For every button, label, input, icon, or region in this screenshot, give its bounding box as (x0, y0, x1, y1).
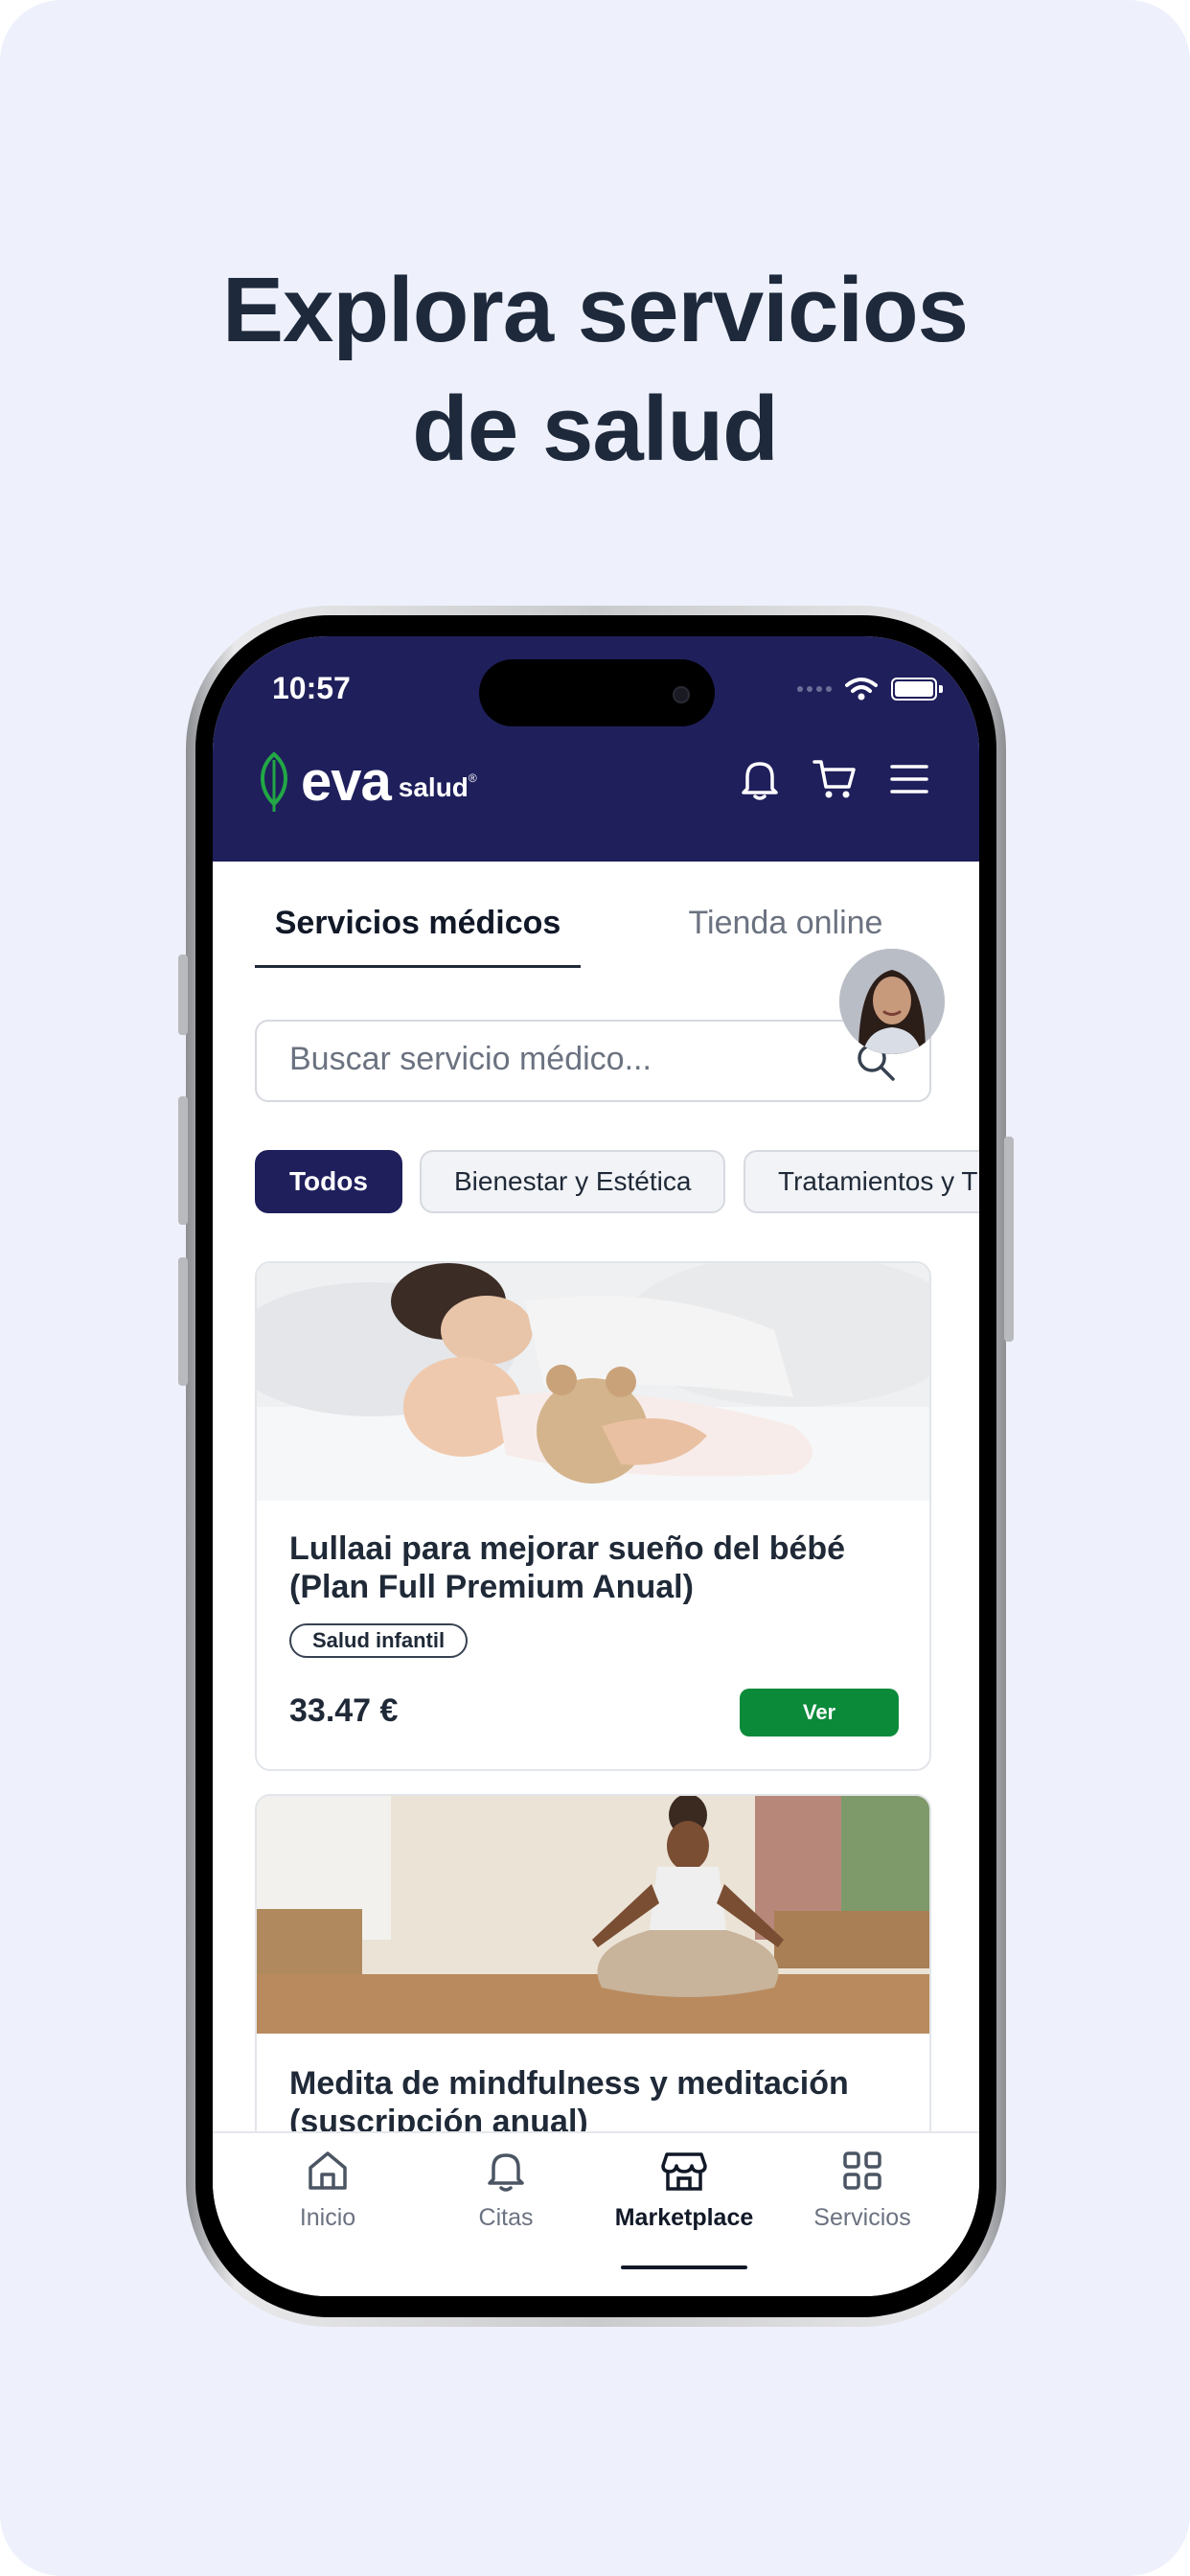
search-input[interactable]: Buscar servicio médico... (255, 1020, 931, 1102)
product-price: 33.47 € (289, 1692, 399, 1729)
menu-button[interactable] (887, 757, 931, 801)
cart-button[interactable] (812, 757, 857, 801)
notifications-button[interactable] (738, 757, 782, 801)
cart-icon (812, 760, 856, 798)
avatar-image (839, 949, 945, 1054)
nav-label: Inicio (299, 2204, 356, 2231)
chip-bienestar-estetica[interactable]: Bienestar y Estética (420, 1150, 726, 1213)
content-tabs: Servicios médicos Tienda online (255, 891, 937, 968)
chip-todos[interactable]: Todos (255, 1150, 402, 1213)
product-title-line-1: Medita de mindfulness y meditación (289, 2065, 849, 2102)
camera-icon (673, 686, 690, 703)
bottom-navigation: Inicio Citas Marketplace Servicios (213, 2131, 979, 2296)
nav-label: Marketplace (614, 2204, 754, 2231)
nav-servicios[interactable]: Servicios (776, 2145, 949, 2269)
header-actions (738, 757, 931, 801)
volume-down-button (178, 1257, 188, 1386)
headline-line-2: de salud (412, 378, 778, 480)
category-filter-chips: Todos Bienestar y Estética Tratamientos … (255, 1150, 979, 1215)
phone-screen: 10:57 eva salud ® Servicios médicos Tien… (213, 636, 979, 2296)
search-placeholder: Buscar servicio médico... (289, 1041, 652, 1077)
product-card[interactable]: Lullaai para mejorar sueño del bébé (Pla… (255, 1261, 931, 1771)
menu-icon (890, 765, 928, 794)
view-button[interactable]: Ver (740, 1689, 899, 1736)
grid-icon (843, 2151, 881, 2190)
nav-label: Citas (478, 2204, 534, 2231)
bell-icon (488, 2153, 524, 2192)
chip-tratamientos[interactable]: Tratamientos y T (744, 1150, 979, 1213)
app-header: 10:57 eva salud ® (213, 636, 979, 862)
headline-line-1: Explora servicios (221, 259, 969, 361)
leaf-icon (261, 750, 287, 812)
product-image-meditation (257, 1796, 929, 2034)
wifi-icon (845, 678, 878, 701)
battery-icon (891, 678, 937, 701)
brand-logo[interactable]: eva salud ® (255, 749, 477, 814)
home-icon (309, 2151, 347, 2190)
brand-sub: salud (398, 771, 469, 802)
nav-label: Servicios (813, 2204, 911, 2231)
status-time: 10:57 (272, 671, 351, 705)
product-image-baby-sleep (257, 1263, 929, 1501)
brand-name: eva (301, 750, 392, 813)
product-title: Lullaai para mejorar sueño del bébé (Pla… (289, 1530, 903, 1606)
bell-icon (742, 762, 778, 800)
signal-icon (797, 686, 832, 692)
product-title-line-1: Lullaai para mejorar sueño del bébé (289, 1530, 846, 1567)
page-headline: Explora servicios de salud (0, 251, 1190, 489)
nav-inicio[interactable]: Inicio (241, 2145, 414, 2269)
store-icon (661, 2152, 707, 2191)
status-icons (797, 677, 943, 702)
assistant-avatar[interactable] (839, 949, 945, 1054)
product-title-line-2: (Plan Full Premium Anual) (289, 1569, 694, 1605)
product-card[interactable]: Medita de mindfulness y meditación (susc… (255, 1794, 931, 2177)
active-indicator (621, 2266, 747, 2269)
tab-servicios-medicos[interactable]: Servicios médicos (255, 891, 581, 968)
dynamic-island (479, 659, 715, 726)
category-tag: Salud infantil (289, 1623, 469, 1658)
action-button (178, 954, 188, 1035)
brand-registered-mark: ® (468, 770, 477, 785)
volume-up-button (178, 1096, 188, 1225)
nav-citas[interactable]: Citas (420, 2145, 592, 2269)
product-title: Medita de mindfulness y meditación (susc… (289, 2064, 903, 2141)
nav-marketplace[interactable]: Marketplace (598, 2145, 770, 2269)
power-button (1004, 1137, 1014, 1342)
